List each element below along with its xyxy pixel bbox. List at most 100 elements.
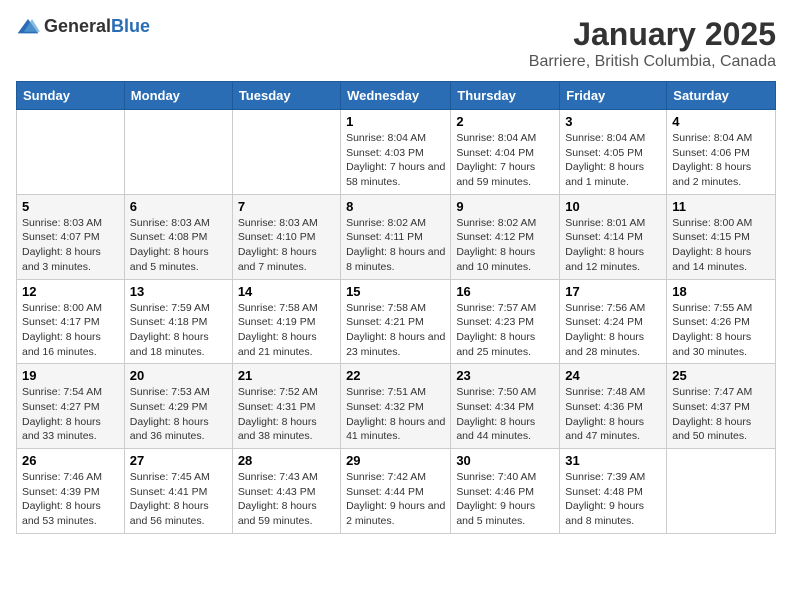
day-number: 15 <box>346 284 445 299</box>
calendar-cell: 28 Sunrise: 7:43 AMSunset: 4:43 PMDayligh… <box>232 449 340 534</box>
location-title: Barriere, British Columbia, Canada <box>529 53 776 71</box>
calendar-cell <box>232 110 340 195</box>
day-number: 13 <box>130 284 227 299</box>
day-info: Sunrise: 8:00 AMSunset: 4:15 PMDaylight:… <box>672 216 770 275</box>
day-number: 30 <box>456 453 554 468</box>
calendar-cell: 16Sunrise: 7:57 AMSunset: 4:23 PMDayligh… <box>451 279 560 364</box>
day-info: Sunrise: 7:55 AMSunset: 4:26 PMDaylight:… <box>672 301 770 360</box>
day-info: Sunrise: 8:01 AMSunset: 4:14 PMDaylight:… <box>565 216 661 275</box>
weekday-header-thursday: Thursday <box>451 82 560 110</box>
calendar-cell: 23 Sunrise: 7:50 AMSunset: 4:34 PMDayligh… <box>451 364 560 449</box>
day-info: Sunrise: 7:47 AMSunset: 4:37 PMDaylight:… <box>672 385 770 444</box>
day-info: Sunrise: 7:42 AMSunset: 4:44 PMDaylight:… <box>346 470 445 529</box>
calendar-cell: 14Sunrise: 7:58 AMSunset: 4:19 PMDayligh… <box>232 279 340 364</box>
day-info: Sunrise: 7:46 AMSunset: 4:39 PMDaylight:… <box>22 470 119 529</box>
day-number: 12 <box>22 284 119 299</box>
day-number: 20 <box>130 368 227 383</box>
day-info: Sunrise: 8:03 AMSunset: 4:10 PMDaylight:… <box>238 216 335 275</box>
day-number: 28 <box>238 453 335 468</box>
day-info: Sunrise: 8:00 AMSunset: 4:17 PMDaylight:… <box>22 301 119 360</box>
day-number: 8 <box>346 199 445 214</box>
calendar-cell: 19 Sunrise: 7:54 AMSunset: 4:27 PMDayligh… <box>17 364 125 449</box>
day-number: 16 <box>456 284 554 299</box>
calendar-cell: 6 Sunrise: 8:03 AMSunset: 4:08 PMDaylight… <box>124 194 232 279</box>
day-number: 3 <box>565 114 661 129</box>
day-number: 7 <box>238 199 335 214</box>
weekday-header-friday: Friday <box>560 82 667 110</box>
month-title: January 2025 <box>529 16 776 53</box>
day-number: 4 <box>672 114 770 129</box>
day-number: 18 <box>672 284 770 299</box>
day-number: 24 <box>565 368 661 383</box>
day-number: 11 <box>672 199 770 214</box>
weekday-header-wednesday: Wednesday <box>341 82 451 110</box>
day-info: Sunrise: 7:48 AMSunset: 4:36 PMDaylight:… <box>565 385 661 444</box>
weekday-header-sunday: Sunday <box>17 82 125 110</box>
calendar-cell: 8 Sunrise: 8:02 AMSunset: 4:11 PMDaylight… <box>341 194 451 279</box>
calendar-cell: 18 Sunrise: 7:55 AMSunset: 4:26 PMDayligh… <box>667 279 776 364</box>
day-info: Sunrise: 7:53 AMSunset: 4:29 PMDaylight:… <box>130 385 227 444</box>
calendar-cell: 20 Sunrise: 7:53 AMSunset: 4:29 PMDayligh… <box>124 364 232 449</box>
day-info: Sunrise: 8:03 AMSunset: 4:07 PMDaylight:… <box>22 216 119 275</box>
calendar-cell: 25 Sunrise: 7:47 AMSunset: 4:37 PMDayligh… <box>667 364 776 449</box>
day-number: 5 <box>22 199 119 214</box>
day-number: 25 <box>672 368 770 383</box>
weekday-header-saturday: Saturday <box>667 82 776 110</box>
day-number: 29 <box>346 453 445 468</box>
logo-text-blue: Blue <box>111 16 150 36</box>
calendar-cell: 2Sunrise: 8:04 AMSunset: 4:04 PMDaylight… <box>451 110 560 195</box>
day-number: 19 <box>22 368 119 383</box>
day-info: Sunrise: 7:39 AMSunset: 4:48 PMDaylight:… <box>565 470 661 529</box>
calendar-cell: 31 Sunrise: 7:39 AMSunset: 4:48 PMDayligh… <box>560 449 667 534</box>
weekday-header-monday: Monday <box>124 82 232 110</box>
day-number: 6 <box>130 199 227 214</box>
calendar-cell: 22 Sunrise: 7:51 AMSunset: 4:32 PMDayligh… <box>341 364 451 449</box>
day-info: Sunrise: 7:58 AMSunset: 4:19 PMDaylight:… <box>238 301 335 360</box>
calendar-cell: 17Sunrise: 7:56 AMSunset: 4:24 PMDayligh… <box>560 279 667 364</box>
calendar-cell <box>17 110 125 195</box>
day-info: Sunrise: 7:43 AMSunset: 4:43 PMDaylight:… <box>238 470 335 529</box>
calendar-cell: 26 Sunrise: 7:46 AMSunset: 4:39 PMDayligh… <box>17 449 125 534</box>
calendar-cell: 7 Sunrise: 8:03 AMSunset: 4:10 PMDaylight… <box>232 194 340 279</box>
day-info: Sunrise: 8:03 AMSunset: 4:08 PMDaylight:… <box>130 216 227 275</box>
day-number: 31 <box>565 453 661 468</box>
calendar-cell: 29 Sunrise: 7:42 AMSunset: 4:44 PMDayligh… <box>341 449 451 534</box>
logo: GeneralBlue <box>16 16 150 37</box>
calendar-week-row: 19 Sunrise: 7:54 AMSunset: 4:27 PMDayligh… <box>17 364 776 449</box>
calendar-cell: 21Sunrise: 7:52 AMSunset: 4:31 PMDayligh… <box>232 364 340 449</box>
calendar-cell: 27Sunrise: 7:45 AMSunset: 4:41 PMDayligh… <box>124 449 232 534</box>
calendar-cell: 13 Sunrise: 7:59 AMSunset: 4:18 PMDayligh… <box>124 279 232 364</box>
calendar-week-row: 1 Sunrise: 8:04 AMSunset: 4:03 PMDaylight… <box>17 110 776 195</box>
weekday-header-row: SundayMondayTuesdayWednesdayThursdayFrid… <box>17 82 776 110</box>
day-number: 9 <box>456 199 554 214</box>
day-info: Sunrise: 7:54 AMSunset: 4:27 PMDaylight:… <box>22 385 119 444</box>
page-header: GeneralBlue January 2025 Barriere, Briti… <box>16 16 776 71</box>
weekday-header-tuesday: Tuesday <box>232 82 340 110</box>
calendar-cell: 1 Sunrise: 8:04 AMSunset: 4:03 PMDaylight… <box>341 110 451 195</box>
day-info: Sunrise: 8:02 AMSunset: 4:12 PMDaylight:… <box>456 216 554 275</box>
day-number: 23 <box>456 368 554 383</box>
calendar-cell: 11 Sunrise: 8:00 AMSunset: 4:15 PMDayligh… <box>667 194 776 279</box>
day-info: Sunrise: 8:02 AMSunset: 4:11 PMDaylight:… <box>346 216 445 275</box>
day-info: Sunrise: 8:04 AMSunset: 4:05 PMDaylight:… <box>565 131 661 190</box>
day-number: 21 <box>238 368 335 383</box>
day-info: Sunrise: 7:45 AMSunset: 4:41 PMDaylight:… <box>130 470 227 529</box>
day-number: 10 <box>565 199 661 214</box>
calendar-cell: 4 Sunrise: 8:04 AMSunset: 4:06 PMDaylight… <box>667 110 776 195</box>
calendar-cell <box>124 110 232 195</box>
calendar-cell <box>667 449 776 534</box>
calendar-cell: 5 Sunrise: 8:03 AMSunset: 4:07 PMDaylight… <box>17 194 125 279</box>
day-number: 1 <box>346 114 445 129</box>
day-info: Sunrise: 7:50 AMSunset: 4:34 PMDaylight:… <box>456 385 554 444</box>
calendar-week-row: 12 Sunrise: 8:00 AMSunset: 4:17 PMDayligh… <box>17 279 776 364</box>
day-info: Sunrise: 8:04 AMSunset: 4:06 PMDaylight:… <box>672 131 770 190</box>
day-info: Sunrise: 7:51 AMSunset: 4:32 PMDaylight:… <box>346 385 445 444</box>
calendar-week-row: 5 Sunrise: 8:03 AMSunset: 4:07 PMDaylight… <box>17 194 776 279</box>
calendar-cell: 12 Sunrise: 8:00 AMSunset: 4:17 PMDayligh… <box>17 279 125 364</box>
day-number: 22 <box>346 368 445 383</box>
day-info: Sunrise: 7:59 AMSunset: 4:18 PMDaylight:… <box>130 301 227 360</box>
calendar-cell: 9 Sunrise: 8:02 AMSunset: 4:12 PMDaylight… <box>451 194 560 279</box>
day-number: 26 <box>22 453 119 468</box>
day-info: Sunrise: 8:04 AMSunset: 4:03 PMDaylight:… <box>346 131 445 190</box>
day-number: 17 <box>565 284 661 299</box>
